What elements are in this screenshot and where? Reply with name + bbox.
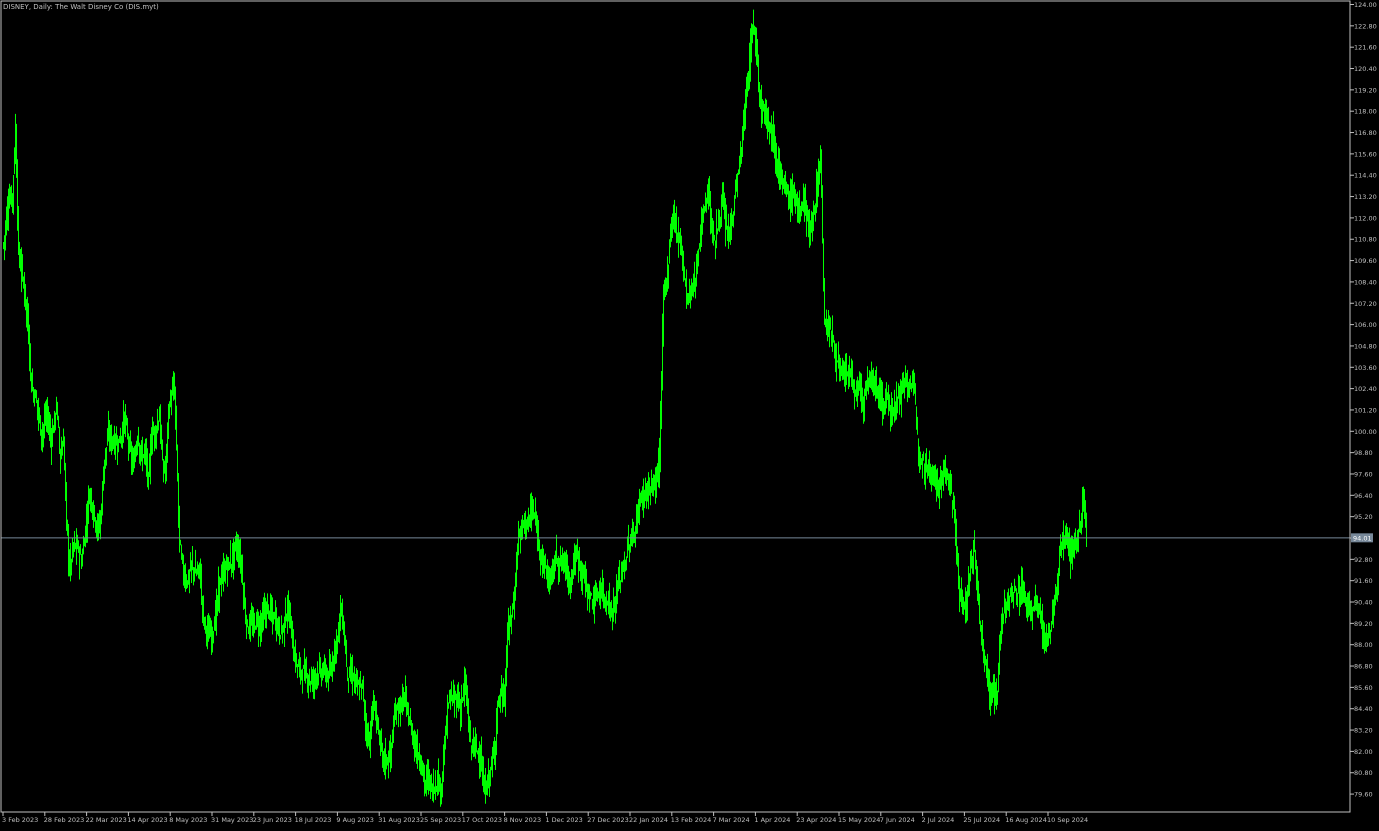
y-tick-label: 90.40 [1354,599,1373,607]
x-tick-label: 27 Dec 2023 [587,816,629,824]
x-tick-label: 23 Jun 2023 [253,816,292,824]
y-tick-label: 100.00 [1354,428,1377,436]
y-tick-label: 119.20 [1354,86,1377,94]
chart-frame [0,0,1351,813]
x-tick-label: 18 Jul 2023 [295,816,332,824]
y-tick-label: 88.00 [1354,641,1373,649]
y-tick-label: 121.60 [1354,44,1377,52]
y-tick-label: 109.60 [1354,257,1377,265]
y-tick-label: 85.60 [1354,684,1373,692]
x-tick-label: 8 May 2023 [169,816,207,824]
y-tick-label: 116.80 [1354,129,1377,137]
x-tick-label: 31 May 2023 [211,816,253,824]
x-tick-label: 22 Mar 2023 [86,816,127,824]
x-tick-label: 31 Aug 2023 [378,816,420,824]
y-tick-label: 110.80 [1354,236,1377,244]
y-tick-label: 80.80 [1354,769,1373,777]
x-tick-label: 1 Apr 2024 [754,816,790,824]
chart-title: DISNEY, Daily: The Walt Disney Co (DIS.m… [3,3,159,11]
y-tick-label: 115.60 [1354,150,1377,158]
y-tick-label: 113.20 [1354,193,1377,201]
y-tick-label: 92.80 [1354,556,1373,564]
y-tick-label: 95.20 [1354,513,1373,521]
x-tick-label: 17 Oct 2023 [462,816,502,824]
y-tick-label: 112.00 [1354,214,1377,222]
bars-layer [3,9,1087,807]
y-tick-label: 118.00 [1354,108,1377,116]
x-tick-label: 7 Jun 2024 [880,816,915,824]
x-tick-label: 13 Feb 2024 [671,816,711,824]
y-tick-label: 86.80 [1354,663,1373,671]
y-tick-label: 82.00 [1354,748,1373,756]
x-tick-label: 16 Aug 2024 [1005,816,1047,824]
time-axis[interactable]: 3 Feb 2023 28 Feb 2023 22 Mar 2023 14 Apr 2… [2,812,1088,824]
x-tick-label: 1 Dec 2023 [545,816,582,824]
x-tick-label: 9 Aug 2023 [336,816,374,824]
current-price-text: 94.01 [1353,534,1372,542]
x-tick-label: 25 Sep 2023 [420,816,461,824]
y-tick-label: 89.20 [1354,620,1373,628]
y-tick-label: 83.20 [1354,727,1373,735]
y-tick-label: 84.40 [1354,705,1373,713]
plot-border [0,0,1351,813]
x-tick-label: 22 Jan 2024 [629,816,668,824]
x-tick-label: 8 Nov 2023 [504,816,541,824]
y-tick-label: 114.40 [1354,172,1377,180]
y-tick-label: 120.40 [1354,65,1377,73]
y-tick-label: 101.20 [1354,406,1377,414]
y-tick-label: 103.60 [1354,364,1377,372]
y-tick-label: 124.00 [1354,1,1377,9]
x-tick-label: 23 Apr 2024 [796,816,836,824]
x-tick-label: 15 May 2024 [838,816,880,824]
chart-canvas[interactable]: 124.00 122.80 121.60 120.40 119.20 118.00 116.… [0,0,1379,827]
x-tick-label: 2 Jul 2024 [922,816,955,824]
y-tick-label: 107.20 [1354,300,1377,308]
y-tick-label: 96.40 [1354,492,1373,500]
x-tick-label: 25 Jul 2024 [963,816,1000,824]
y-tick-label: 91.60 [1354,577,1373,585]
price-axis[interactable]: 124.00 122.80 121.60 120.40 119.20 118.00 116.… [1350,1,1377,799]
x-tick-label: 28 Feb 2023 [44,816,84,824]
x-tick-label: 7 Mar 2024 [713,816,750,824]
y-tick-label: 108.40 [1354,278,1377,286]
x-tick-label: 3 Feb 2023 [2,816,38,824]
y-tick-label: 97.60 [1354,470,1373,478]
y-tick-label: 122.80 [1354,22,1377,30]
x-tick-label: 14 Apr 2023 [127,816,167,824]
y-tick-label: 102.40 [1354,385,1377,393]
y-tick-label: 79.60 [1354,791,1373,799]
y-tick-label: 104.80 [1354,342,1377,350]
x-tick-label: 10 Sep 2024 [1047,816,1088,824]
price-chart[interactable]: 124.00 122.80 121.60 120.40 119.20 118.00 116.… [0,0,1379,827]
y-tick-label: 106.00 [1354,321,1377,329]
y-tick-label: 98.80 [1354,449,1373,457]
current-price-label: 94.01 [1351,533,1373,543]
